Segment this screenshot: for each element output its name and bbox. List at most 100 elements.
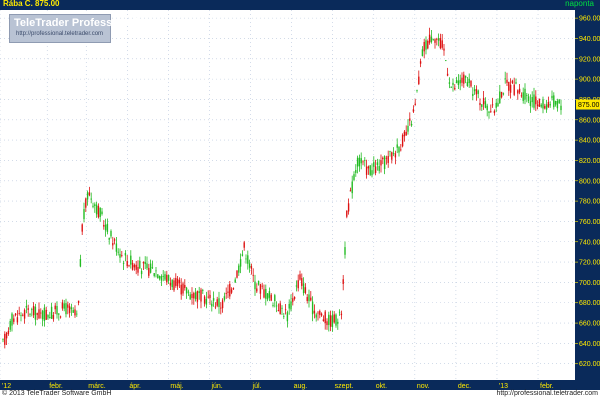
candle-body bbox=[27, 308, 29, 310]
candle-body bbox=[338, 311, 341, 313]
candle-body bbox=[247, 255, 249, 264]
candle-body bbox=[295, 285, 298, 287]
candle-body bbox=[497, 103, 499, 107]
candle-body bbox=[302, 283, 305, 294]
candle-body bbox=[207, 296, 209, 298]
candle-body bbox=[513, 84, 515, 95]
candle-body bbox=[25, 305, 28, 308]
candle-body bbox=[149, 263, 152, 273]
candle-body bbox=[421, 49, 424, 56]
candle-body bbox=[351, 181, 353, 194]
x-tick-label: '13 bbox=[499, 383, 508, 390]
candle-body bbox=[38, 309, 40, 319]
candle-body bbox=[198, 291, 200, 293]
candle-body bbox=[58, 313, 60, 315]
candle-body bbox=[126, 261, 128, 267]
candle-body bbox=[212, 298, 215, 301]
candle-body bbox=[184, 284, 186, 289]
candle-body bbox=[371, 170, 373, 176]
candle-body bbox=[279, 303, 281, 315]
candle-body bbox=[131, 262, 134, 270]
candle-body bbox=[221, 300, 224, 309]
candle-body bbox=[119, 253, 121, 258]
candle-body bbox=[63, 303, 65, 309]
candle-body bbox=[104, 224, 107, 231]
frequency-label[interactable]: naponta bbox=[565, 0, 594, 8]
candle-body bbox=[49, 317, 51, 319]
candle-body bbox=[238, 265, 240, 273]
candle-body bbox=[299, 274, 301, 280]
candle-body bbox=[437, 38, 440, 41]
candle-body bbox=[358, 157, 361, 167]
candle-body bbox=[355, 170, 357, 173]
candle-body bbox=[403, 131, 406, 137]
candle-body bbox=[551, 95, 553, 99]
candle-body bbox=[9, 320, 11, 330]
footer-url[interactable]: http://professional.teletrader.com bbox=[496, 390, 598, 397]
candle-body bbox=[385, 157, 388, 159]
candle-body bbox=[335, 314, 337, 326]
candle-body bbox=[191, 293, 193, 298]
x-tick-label: dec. bbox=[458, 383, 471, 390]
candle-body bbox=[167, 275, 170, 281]
candle-body bbox=[329, 315, 332, 327]
candle-body bbox=[542, 99, 544, 109]
footer: © 2013 TeleTrader Software GmbH http://p… bbox=[0, 390, 600, 400]
candle-body bbox=[522, 92, 524, 101]
candle-body bbox=[67, 304, 69, 308]
candle-body bbox=[211, 303, 213, 307]
x-tick-label: máj. bbox=[170, 383, 183, 390]
copyright-text: © 2013 TeleTrader Software GmbH bbox=[2, 390, 112, 397]
x-tick-label: jún. bbox=[210, 383, 222, 390]
candle-body bbox=[337, 321, 339, 324]
candle-body bbox=[425, 40, 427, 50]
candle-body bbox=[320, 313, 323, 316]
candle-body bbox=[529, 101, 532, 106]
candle-body bbox=[16, 317, 19, 323]
candle-body bbox=[243, 242, 245, 248]
candle-body bbox=[527, 96, 530, 101]
candle-body bbox=[499, 91, 501, 104]
y-tick-label: 740.00 bbox=[579, 239, 600, 246]
candle-body bbox=[457, 80, 460, 86]
candle-body bbox=[394, 153, 397, 158]
candle-body bbox=[263, 289, 265, 298]
y-tick-label: 940.00 bbox=[579, 36, 600, 43]
candle-body bbox=[124, 253, 127, 256]
candle-body bbox=[194, 292, 197, 300]
candle-body bbox=[362, 161, 364, 163]
candle-body bbox=[484, 101, 487, 108]
y-tick-label: 960.00 bbox=[579, 16, 600, 23]
candle-body bbox=[18, 313, 20, 314]
candle-body bbox=[455, 79, 458, 84]
candle-body bbox=[526, 95, 528, 96]
candle-body bbox=[331, 315, 334, 328]
candle-body bbox=[324, 311, 326, 324]
candle-body bbox=[23, 309, 26, 319]
candle-body bbox=[274, 295, 276, 302]
candle-body bbox=[347, 203, 350, 212]
candle-body bbox=[389, 151, 391, 152]
candle-body bbox=[392, 153, 395, 154]
candle-body bbox=[376, 162, 379, 165]
candle-body bbox=[112, 243, 114, 246]
candle-body bbox=[290, 301, 292, 310]
candle-body bbox=[113, 239, 116, 241]
logo-url: http://professional.teletrader.com bbox=[16, 31, 104, 37]
candle-body bbox=[86, 192, 89, 200]
candle-body bbox=[241, 254, 244, 256]
candle-body bbox=[216, 299, 218, 306]
candle-body bbox=[283, 316, 285, 318]
candle-body bbox=[306, 297, 308, 301]
candle-body bbox=[342, 279, 344, 284]
candle-body bbox=[317, 312, 319, 314]
candle-body bbox=[549, 104, 551, 106]
candle-body bbox=[310, 297, 312, 301]
candle-body bbox=[412, 109, 415, 112]
chart-header-bar: Rába C. 875.00 naponta bbox=[0, 0, 600, 10]
candle-body bbox=[110, 230, 112, 237]
candle-body bbox=[223, 296, 226, 300]
candle-body bbox=[5, 332, 8, 339]
candle-body bbox=[234, 279, 236, 283]
candle-body bbox=[115, 243, 118, 252]
